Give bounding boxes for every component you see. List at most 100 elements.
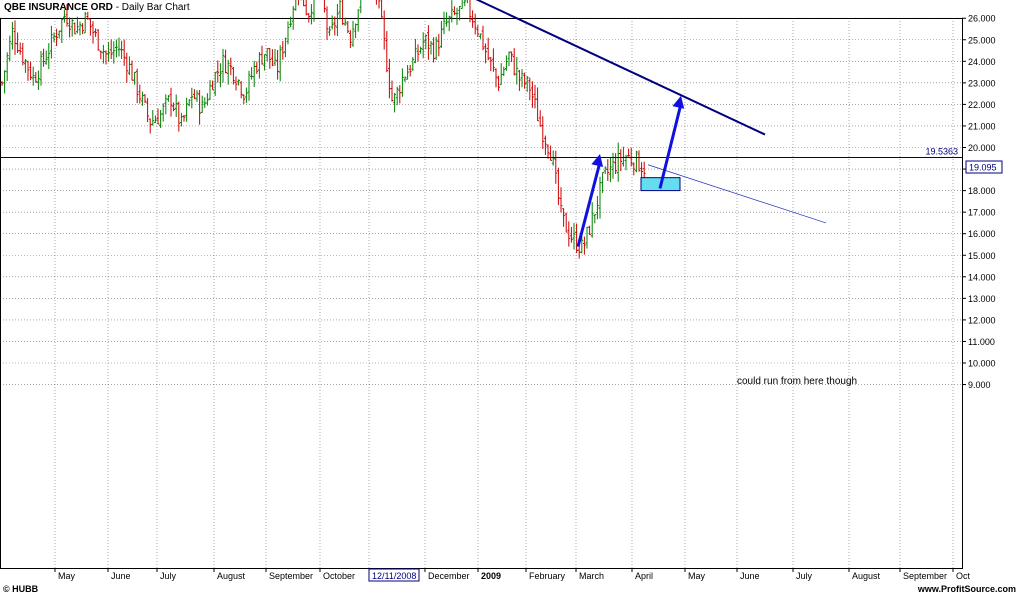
ohlc-bar — [18, 42, 22, 55]
ohlc-bar — [570, 227, 573, 243]
ohlc-bar — [245, 87, 248, 104]
y-tick-label: 11.000 — [968, 337, 995, 347]
ohlc-bar — [479, 33, 482, 39]
ohlc-bar — [276, 49, 279, 80]
ohlc-bar — [481, 25, 485, 51]
ohlc-bar — [541, 116, 545, 149]
ohlc-bar — [531, 81, 534, 108]
chart-annotation: could run from here though — [737, 376, 858, 387]
ohlc-bar — [94, 28, 97, 37]
ohlc-bar — [445, 12, 448, 27]
ohlc-bar — [460, 0, 464, 9]
ohlc-bar — [606, 159, 610, 181]
ohlc-bar — [536, 87, 539, 122]
price-axis: 9.000 10.000 11.000 12.000 13.000 14.000 15.00… — [962, 0, 1003, 390]
ohlc-bar — [89, 18, 92, 36]
ohlc-bar — [91, 21, 95, 44]
ohlc-bar — [406, 65, 409, 80]
ohlc-bar — [34, 72, 38, 83]
ohlc-bar — [50, 25, 53, 59]
ohlc-bar — [247, 70, 251, 101]
ohlc-bar — [440, 21, 443, 48]
y-tick-label: 18.000 — [968, 186, 996, 196]
ohlc-bar — [206, 93, 209, 106]
ohlc-bar — [583, 236, 586, 255]
ohlc-bar — [434, 36, 438, 60]
ohlc-bar — [125, 52, 129, 83]
ohlc-bar — [167, 95, 170, 102]
ohlc-bar — [401, 68, 404, 97]
arrow-shaft — [658, 103, 683, 189]
ohlc-bar — [375, 0, 377, 5]
x-tick-label: September — [269, 571, 313, 581]
current-price-line-label: 19.5363 — [925, 146, 958, 156]
ohlc-bar — [627, 148, 630, 157]
ohlc-bar — [419, 46, 422, 54]
ohlc-bar — [546, 144, 550, 159]
ohlc-bar — [512, 48, 516, 76]
ohlc-bar — [0, 81, 4, 86]
chart-subtitle: - Daily Bar Chart — [115, 2, 190, 13]
ohlc-bar — [544, 135, 547, 155]
x-tick-label: May — [58, 571, 76, 581]
y-tick-label: 27.000 — [968, 0, 996, 2]
ohlc-bar — [47, 43, 51, 70]
x-tick-label: July — [160, 571, 177, 581]
ohlc-bar — [414, 38, 417, 64]
ohlc-bar — [226, 59, 230, 85]
x-tick-label: February — [529, 571, 566, 581]
footer-copyright: © HUBB — [3, 584, 39, 594]
x-tick-label: December — [428, 571, 470, 581]
ohlc-bar — [572, 223, 576, 250]
ohlc-bar — [294, 0, 297, 11]
x-tick-label: June — [740, 571, 760, 581]
ohlc-bar — [211, 80, 214, 91]
ohlc-bar — [523, 72, 526, 89]
y-tick-label: 15.000 — [968, 251, 996, 261]
chart-grid — [0, 17, 963, 569]
footer-source: www.ProfitSource.com — [917, 584, 1016, 594]
ohlc-bar — [130, 60, 134, 81]
ohlc-bar — [505, 55, 508, 71]
ohlc-bar — [141, 91, 144, 106]
ohlc-bar — [437, 33, 441, 57]
ohlc-bar — [76, 16, 79, 34]
ohlc-bar — [180, 112, 183, 127]
ohlc-bar — [26, 60, 30, 81]
ohlc-bar — [455, 7, 459, 25]
ohlc-bar — [403, 76, 407, 82]
ohlc-bar — [70, 17, 74, 37]
x-tick-label: May — [688, 571, 706, 581]
ohlc-bar — [304, 0, 308, 16]
ohlc-bar — [164, 94, 168, 115]
ohlc-bar — [463, 0, 467, 7]
ohlc-bar — [120, 40, 123, 59]
ohlc-bar — [224, 49, 227, 74]
ohlc-bar — [510, 51, 513, 63]
ohlc-bar — [336, 4, 339, 37]
ohlc-bar — [395, 86, 399, 106]
ohlc-bar — [286, 21, 290, 45]
y-tick-label: 10.000 — [968, 359, 996, 369]
ohlc-bar — [216, 60, 220, 83]
ohlc-bar — [333, 16, 337, 36]
ohlc-bar — [551, 150, 555, 166]
downtrend-line — [475, 0, 766, 136]
ohlc-bar — [198, 90, 201, 125]
ohlc-bar — [128, 56, 131, 76]
chart-title: QBE INSURANCE ORD - Daily Bar Chart — [4, 2, 190, 13]
y-tick-label: 20.000 — [968, 143, 996, 153]
ohlc-bar — [99, 50, 103, 60]
ohlc-bar — [421, 32, 425, 59]
ohlc-bar — [616, 142, 620, 182]
ohlc-bar — [117, 37, 121, 57]
ohlc-bar — [193, 89, 196, 100]
ohlc-bar — [486, 37, 490, 61]
ohlc-bar — [489, 56, 493, 72]
y-tick-label: 17.000 — [968, 208, 996, 218]
ohlc-bar — [229, 57, 233, 76]
ohlc-bar — [564, 212, 568, 233]
ohlc-bar — [637, 150, 641, 172]
ohlc-bar — [182, 114, 186, 122]
time-axis: May June July August September October 12/11/2… — [54, 568, 971, 582]
